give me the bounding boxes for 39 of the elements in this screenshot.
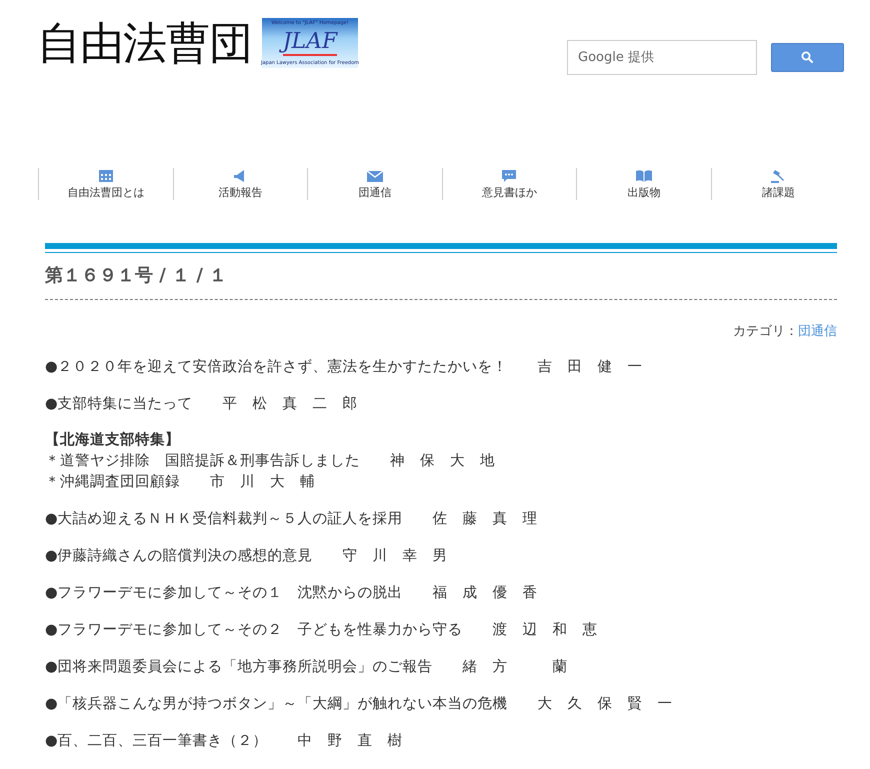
author-name: 中 野 直 樹 xyxy=(298,732,403,751)
article-title[interactable]: ●フラワーデモに参加して～その２ 子どもを性暴力から守る xyxy=(45,619,463,641)
author-name: 神 保 大 地 xyxy=(390,452,495,471)
page-title: 第１６９１号 / １ / １ xyxy=(45,253,837,300)
search-icon xyxy=(801,51,814,64)
calendar-icon xyxy=(96,168,115,184)
search-button[interactable] xyxy=(771,43,844,72)
nav-link[interactable]: 活動報告 xyxy=(172,168,307,200)
site-logo[interactable]: 自由法曹団 xyxy=(37,18,252,70)
mail-icon xyxy=(366,168,384,184)
article-title[interactable]: ●団将来問題委員会による「地方事務所説明会」のご報告 xyxy=(45,656,433,678)
author-name: 吉 田 健 一 xyxy=(538,358,643,377)
search-field[interactable]: Google 提供 xyxy=(567,40,757,75)
book-icon xyxy=(634,168,653,184)
author-name: 守 川 幸 男 xyxy=(342,546,448,566)
article-title[interactable]: ●「核兵器こんな男が持つボタン」～「大綱」が触れない本当の危機 xyxy=(45,693,508,715)
article-title[interactable]: ●大詰め迎えるＮＨＫ受信料裁判～５人の証人を採用 xyxy=(45,508,403,530)
article-title[interactable]: ●フラワーデモに参加して～その１ 沈黙からの脱出 xyxy=(45,582,403,604)
article-title[interactable]: ●２０２０年を迎えて安倍政治を許さず、憲法を生かすたたかいを！ xyxy=(45,356,508,378)
author-name: 大 久 保 賢 一 xyxy=(538,695,673,714)
article-title[interactable]: ●伊藤詩織さんの賠償判決の感想的意見 xyxy=(45,545,313,567)
author-name: 市 川 大 輔 xyxy=(210,472,315,492)
category-label: カテゴリ： xyxy=(733,323,798,340)
author-name: 福 成 優 香 xyxy=(432,584,538,603)
nav-link[interactable]: 意見書ほか xyxy=(442,168,576,200)
author-name: 渡 辺 和 恵 xyxy=(492,620,598,640)
section-heading: 【北海道支部特集】 xyxy=(45,430,181,450)
article-title[interactable]: ＊沖縄調査団回顧録 xyxy=(45,472,180,493)
article-title[interactable]: ＊道警ヤジ排除 国賠提訴＆刑事告訴しました xyxy=(45,451,360,472)
nav-link[interactable]: 諸課題 xyxy=(710,168,845,200)
article-title[interactable]: ●支部特集に当たって xyxy=(45,393,193,415)
nav-link[interactable]: 出版物 xyxy=(576,168,710,200)
speech-bubble-icon xyxy=(500,168,518,184)
author-name: 佐 藤 真 理 xyxy=(432,510,538,529)
author-name: 緒 方 蘭 xyxy=(462,658,568,677)
nav-link[interactable]: 自由法曹団とは xyxy=(38,168,172,200)
nav-link[interactable]: 団通信 xyxy=(307,168,442,200)
author-name: 平 松 真 二 郎 xyxy=(222,394,358,414)
article-title[interactable]: ●百、二百、三百一筆書き（２） xyxy=(45,730,268,752)
